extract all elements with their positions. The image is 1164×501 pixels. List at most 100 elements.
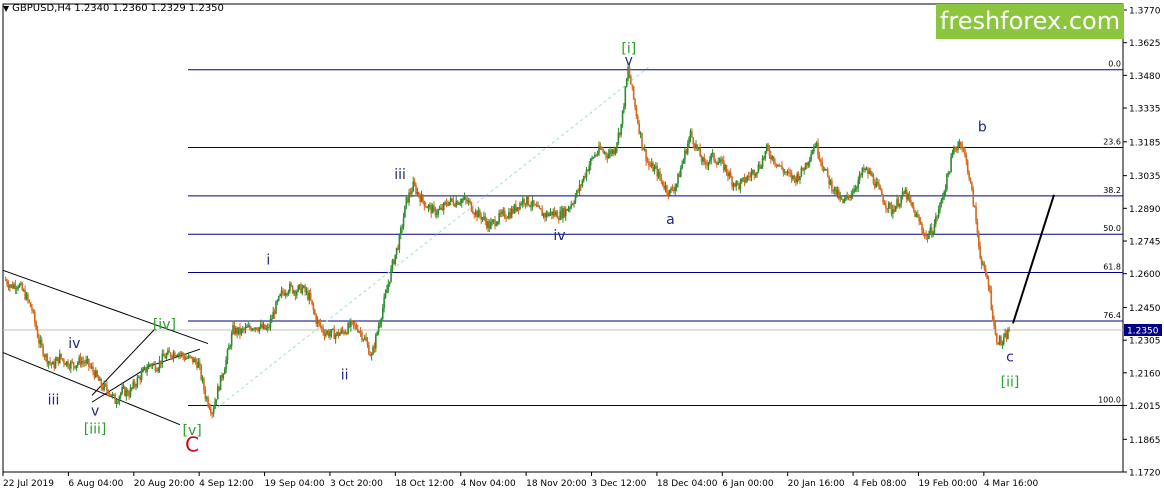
candle-body — [835, 186, 837, 195]
chart-area[interactable]: 1.3770 1.3625 1.3480 1.3335 1.3185 1.3035 1.28… — [0, 0, 1164, 497]
candle-body — [276, 300, 279, 302]
candle-body — [207, 397, 209, 406]
wave-label: a — [666, 212, 675, 228]
candle-body — [179, 353, 182, 355]
candle-body — [31, 307, 33, 311]
candle-body — [736, 181, 739, 184]
candle-body — [742, 177, 744, 179]
candle-body — [587, 169, 589, 171]
candle-body — [15, 288, 18, 290]
candle-body — [430, 205, 433, 214]
x-tick-label: 4 Mar 16:00 — [984, 479, 1039, 489]
x-tick-label: 3 Oct 20:00 — [330, 479, 383, 489]
candle-body — [81, 361, 83, 365]
candle-body — [524, 203, 527, 205]
y-tick-label: 1.2305 — [1129, 337, 1161, 347]
candle-body — [817, 142, 819, 156]
candle-body — [272, 311, 275, 319]
candle-body — [957, 145, 959, 150]
candle-body — [634, 98, 636, 108]
candle-body — [391, 259, 394, 269]
candle-body — [883, 202, 886, 205]
candle-body — [218, 386, 220, 391]
wave-label: iii — [48, 392, 60, 408]
candle-body — [789, 172, 792, 174]
candle-body — [147, 364, 150, 369]
candle-body — [43, 355, 46, 357]
candle-body — [861, 168, 864, 176]
candle-body — [121, 386, 123, 393]
candle-body — [534, 204, 537, 206]
candle-body — [576, 190, 578, 197]
candle-body — [821, 161, 823, 167]
price-chart[interactable]: 1.3770 1.3625 1.3480 1.3335 1.3185 1.3035 1.28… — [0, 0, 1164, 497]
candle-body — [734, 183, 736, 187]
candle-body — [951, 153, 954, 157]
candle-body — [657, 171, 660, 177]
candle-body — [505, 217, 507, 219]
candle-body — [533, 200, 535, 205]
candle-body — [71, 361, 74, 363]
x-tick-label: 6 Aug 04:00 — [68, 479, 123, 489]
candle-body — [53, 362, 56, 368]
candle-body — [114, 394, 117, 404]
candle-body — [352, 321, 355, 325]
candle-body — [280, 290, 283, 295]
candle-body — [93, 371, 96, 378]
candle-body — [186, 357, 189, 359]
candle-body — [411, 191, 413, 194]
candle-body — [67, 361, 69, 368]
candle-body — [47, 361, 50, 364]
candle-body — [351, 320, 354, 322]
channel-line-upper — [2, 269, 209, 345]
candle-body — [307, 291, 309, 300]
candle-body — [253, 328, 255, 330]
candle-body — [706, 164, 708, 166]
candle-body — [462, 199, 464, 201]
candle-body — [491, 220, 494, 223]
wave-label: ii — [341, 368, 349, 384]
candle-body — [10, 284, 13, 286]
candle-body — [653, 167, 656, 172]
candle-body — [286, 293, 288, 295]
candle-body — [438, 209, 441, 211]
candle-body — [580, 184, 582, 186]
x-tick-label: 18 Dec 04:00 — [657, 479, 718, 489]
candle-body — [473, 213, 476, 215]
candle-body — [682, 159, 685, 164]
candle-body — [146, 368, 148, 372]
candle-body — [412, 181, 415, 192]
candle-body — [131, 387, 133, 389]
candle-body — [1004, 333, 1006, 337]
candle-body — [386, 289, 388, 294]
candle-body — [987, 279, 990, 287]
candle-body — [29, 302, 32, 308]
candle-body — [570, 204, 573, 208]
candle-body — [928, 233, 930, 239]
candle-body — [490, 222, 492, 229]
candle-body — [563, 208, 566, 217]
candle-body — [171, 356, 173, 358]
candle-body — [983, 263, 986, 269]
wave-label: c — [1006, 350, 1014, 366]
candle-body — [695, 144, 697, 149]
candle-body — [380, 318, 383, 324]
candle-body — [165, 354, 168, 359]
candle-body — [876, 182, 879, 184]
candle-body — [456, 200, 459, 205]
candle-body — [7, 284, 10, 288]
candle-body — [344, 332, 347, 334]
candle-body — [449, 198, 452, 202]
triangle-down-icon[interactable]: ▼ — [3, 4, 9, 13]
candle-body — [770, 155, 772, 160]
candle-body — [718, 162, 721, 164]
candle-body — [917, 213, 919, 217]
candle-body — [99, 378, 101, 381]
candle-body — [126, 389, 129, 395]
candle-body — [717, 162, 720, 165]
candle-body — [89, 366, 92, 368]
candle-body — [232, 325, 234, 334]
candle-body — [174, 352, 176, 357]
wave-label: [ii] — [1001, 374, 1020, 390]
candle-body — [958, 141, 961, 146]
